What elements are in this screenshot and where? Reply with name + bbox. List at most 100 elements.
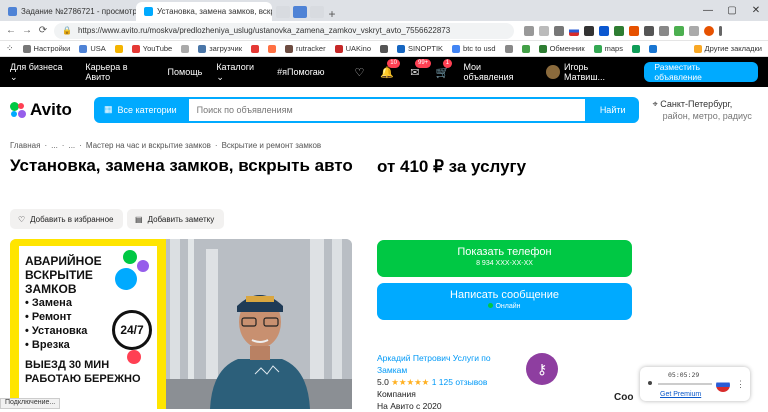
nav-ihelp[interactable]: #яПомогаю (277, 67, 324, 77)
reviews-link[interactable]: 1 125 отзывов (432, 377, 488, 387)
search-button[interactable]: Найти (586, 96, 639, 123)
location-selector[interactable]: ⌖ Санкт-Петербург, район, метро, радиус (653, 98, 752, 122)
minimize-icon[interactable]: — (696, 5, 720, 16)
back-icon[interactable]: ← (6, 25, 16, 36)
nav-catalogs[interactable]: Каталоги ⌄ (216, 62, 263, 83)
categories-label: Все категории (117, 104, 177, 115)
extension-icon[interactable] (644, 25, 654, 36)
add-favorite-button[interactable]: ♡ Добавить в избранное (10, 209, 123, 229)
google-icon (452, 44, 461, 53)
bookmark-rutracker[interactable]: rutracker (285, 44, 326, 53)
extension-icon[interactable] (599, 25, 609, 36)
puzzle-icon[interactable] (689, 25, 699, 36)
breadcrumb-item[interactable]: ... (51, 141, 58, 150)
bookmark-item[interactable] (521, 44, 530, 53)
get-premium-link[interactable]: Get Premium (660, 391, 701, 398)
bookmark-usa[interactable]: USA (79, 44, 106, 53)
new-tab-button[interactable]: + (324, 7, 340, 21)
url-field[interactable]: 🔒 https://www.avito.ru/moskva/predlozhen… (54, 22, 514, 39)
forward-icon[interactable]: → (22, 25, 32, 36)
cart-icon[interactable]: 🛒 1 (436, 59, 453, 79)
gear-icon (22, 44, 31, 53)
bookmark-icon (521, 44, 530, 53)
breadcrumb-separator: · (79, 141, 82, 150)
breadcrumb-item[interactable]: Мастер на час и вскрытие замков (86, 141, 211, 150)
extension-icon[interactable] (524, 25, 534, 36)
extension-icon[interactable] (539, 25, 549, 36)
nav-help[interactable]: Помощь (168, 67, 203, 77)
key-icon[interactable]: ⚷ (526, 353, 558, 385)
extension-icon[interactable] (674, 25, 684, 36)
menu-icon[interactable] (719, 25, 722, 36)
youtube-icon (131, 44, 140, 53)
search-input[interactable]: Поиск по объявлениям (186, 96, 587, 123)
browser-tab-avito[interactable]: Установка, замена замков, вскры ✕ (136, 2, 272, 21)
avito-logo-text: Avito (30, 99, 72, 119)
add-note-button[interactable]: ▤ Добавить заметку (127, 209, 224, 229)
bookmark-item[interactable] (251, 44, 259, 53)
bookmark-maps[interactable]: maps (593, 44, 623, 53)
phone-mask: 8 934 XXX-XX-XX (476, 260, 533, 267)
bookmark-youtube[interactable]: YouTube (131, 44, 172, 53)
nav-business[interactable]: Для бизнеса ⌄ (10, 62, 71, 83)
bookmark-icon (181, 44, 190, 53)
bookmark-item[interactable] (181, 44, 190, 53)
show-phone-button[interactable]: Показать телефон 8 934 XXX-XX-XX (377, 240, 632, 277)
breadcrumb-item[interactable]: ... (68, 141, 75, 150)
bookmark-loader[interactable]: загрузчик (198, 44, 242, 53)
reload-icon[interactable]: ⟳ (38, 25, 48, 36)
tab-label: Установка, замена замков, вскры (157, 7, 272, 16)
bookmark-item[interactable] (648, 44, 657, 53)
tab-favicon-icon[interactable] (310, 5, 324, 18)
messages-icon[interactable]: ✉ 99+ (408, 59, 432, 79)
avito-logo[interactable]: Avito (10, 100, 86, 120)
tab-favicon-icon[interactable] (293, 5, 307, 18)
extension-icon[interactable] (584, 25, 594, 36)
bookmarks-bar: ⁘ Настройки USA YouTube загрузчик rutrac… (0, 41, 768, 57)
close-window-icon[interactable]: ✕ (744, 5, 768, 16)
bookmark-exchange[interactable]: Обменник (538, 44, 585, 53)
bookmark-other[interactable]: Другие закладки (693, 44, 762, 53)
price: от 410 ₽ за услугу (377, 157, 527, 176)
user-menu[interactable]: Игорь Матвиш... (546, 62, 630, 82)
bookmark-item[interactable] (504, 44, 513, 53)
extension-icon[interactable] (614, 25, 624, 36)
bookmark-icon (268, 44, 276, 53)
notifications-icon[interactable]: 🔔 10 (380, 59, 400, 79)
bookmark-item[interactable] (631, 44, 640, 53)
seller-name[interactable]: Аркадий Петрович Услуги по Замкам (377, 352, 507, 376)
nav-career[interactable]: Карьера в Авито (85, 62, 153, 82)
russia-flag-icon[interactable] (716, 378, 730, 392)
vk-icon (198, 44, 207, 53)
write-message-button[interactable]: Написать сообщение Онлайн (377, 283, 632, 320)
breadcrumb-separator: · (61, 141, 65, 150)
breadcrumb-item[interactable]: Вскрытие и ремонт замков (222, 141, 322, 150)
extension-icon[interactable] (629, 25, 639, 36)
bookmark-icon (397, 44, 406, 53)
extension-icon[interactable] (659, 25, 669, 36)
bookmark-item[interactable] (268, 44, 276, 53)
my-ads-link[interactable]: Мои объявления (463, 62, 532, 82)
listing-photo[interactable]: АВАРИЙНОЕ ВСКРЫТИЕ ЗАМКОВ • Замена • Рем… (10, 239, 352, 409)
maximize-icon[interactable]: ▢ (720, 5, 744, 16)
cut-off-text: Соо (614, 392, 634, 403)
flag-icon[interactable] (569, 25, 579, 36)
breadcrumb-home[interactable]: Главная (10, 141, 40, 150)
bookmark-uakino[interactable]: UAKino (334, 44, 371, 53)
city: Санкт-Петербург, (660, 98, 733, 109)
profile-icon[interactable] (704, 25, 714, 36)
tab-favicon-icon[interactable] (276, 5, 290, 18)
bookmark-sinoptik[interactable]: SINOPTIK (397, 44, 443, 53)
bookmark-item[interactable] (380, 44, 389, 53)
bookmark-btc[interactable]: btc to usd (452, 44, 496, 53)
extension-icon[interactable] (554, 25, 564, 36)
categories-button[interactable]: ▦ Все категории (94, 96, 187, 123)
apps-icon[interactable]: ⁘ (6, 43, 14, 54)
folder-icon (693, 44, 702, 53)
favorites-icon[interactable]: ♡ (353, 65, 367, 79)
bookmark-item[interactable] (114, 44, 123, 53)
bookmark-settings[interactable]: Настройки (22, 44, 70, 53)
place-ad-button[interactable]: Разместить объявление (644, 62, 758, 82)
browser-tab-task[interactable]: Задание №2786721 - просмотр з ✕ (0, 2, 136, 21)
settings-icon[interactable]: ⋮ (736, 379, 745, 390)
